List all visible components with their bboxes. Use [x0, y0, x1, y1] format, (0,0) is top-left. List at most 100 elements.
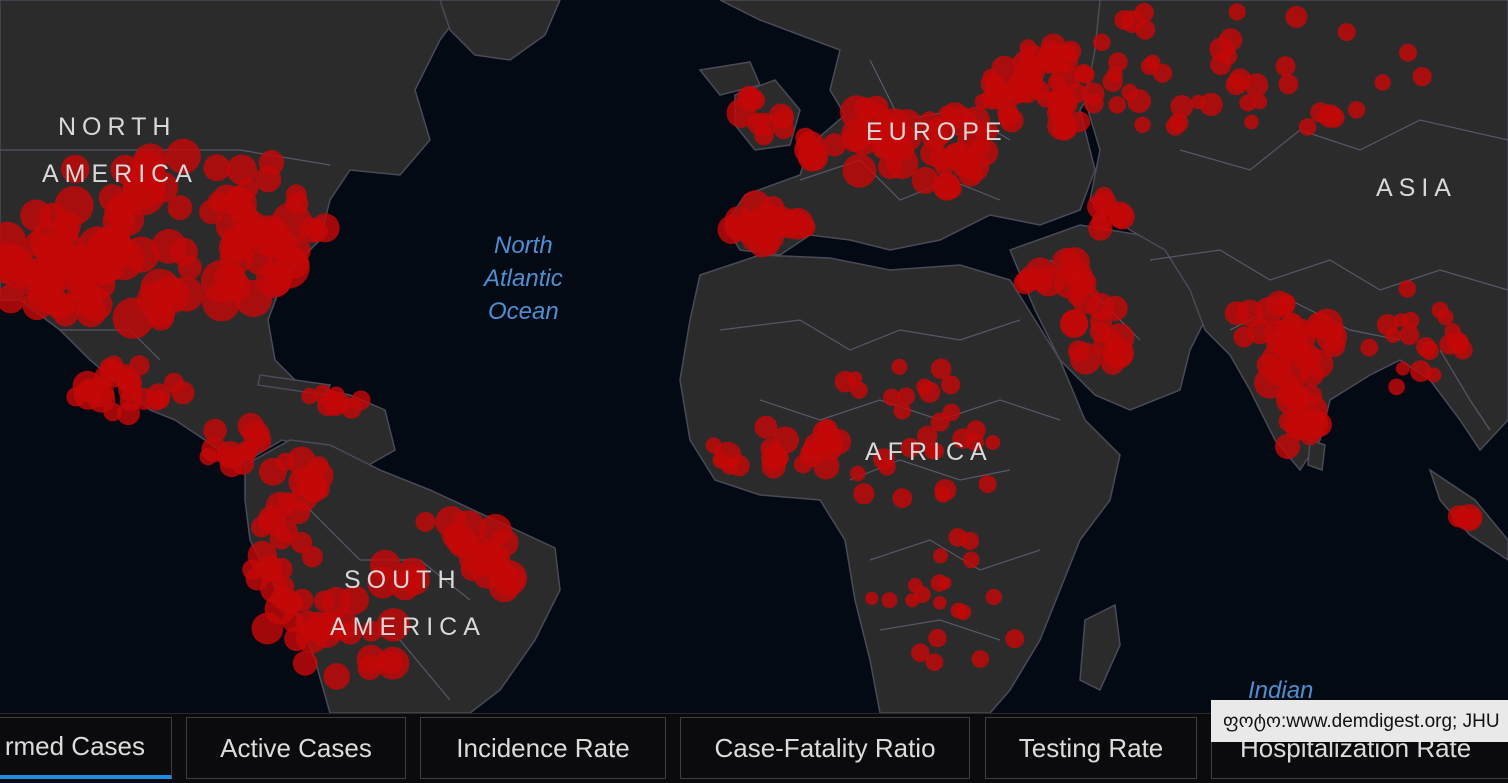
case-marker[interactable] — [842, 153, 877, 188]
case-marker[interactable] — [292, 650, 318, 676]
case-marker[interactable] — [933, 174, 960, 201]
case-marker[interactable] — [854, 97, 877, 120]
case-marker[interactable] — [1228, 3, 1246, 21]
tab-active-cases[interactable]: Active Cases — [186, 717, 406, 779]
tab-incidence-rate[interactable]: Incidence Rate — [420, 717, 666, 779]
case-marker[interactable] — [285, 192, 309, 215]
case-marker[interactable] — [170, 237, 198, 266]
case-marker[interactable] — [1036, 89, 1055, 108]
case-marker[interactable] — [1347, 101, 1366, 119]
case-marker[interactable] — [1450, 333, 1469, 351]
case-marker[interactable] — [853, 483, 875, 505]
case-marker[interactable] — [1388, 378, 1405, 396]
case-marker[interactable] — [816, 418, 838, 440]
case-marker[interactable] — [251, 516, 272, 538]
case-marker[interactable] — [774, 108, 794, 129]
case-marker[interactable] — [962, 551, 980, 569]
case-marker[interactable] — [1275, 56, 1296, 77]
case-marker[interactable] — [865, 591, 879, 606]
case-marker[interactable] — [741, 228, 765, 251]
case-marker[interactable] — [1121, 83, 1139, 101]
case-marker[interactable] — [1374, 74, 1391, 91]
case-marker[interactable] — [258, 150, 285, 176]
case-marker[interactable] — [256, 218, 287, 249]
case-marker[interactable] — [146, 391, 166, 411]
case-marker[interactable] — [351, 390, 371, 411]
case-marker[interactable] — [850, 465, 866, 482]
case-marker[interactable] — [357, 655, 383, 681]
case-marker[interactable] — [705, 437, 722, 454]
case-marker[interactable] — [310, 213, 340, 243]
case-marker[interactable] — [203, 418, 227, 443]
case-marker[interactable] — [1426, 367, 1442, 383]
case-marker[interactable] — [1106, 341, 1132, 368]
case-marker[interactable] — [261, 562, 281, 582]
case-marker[interactable] — [287, 446, 316, 476]
case-marker[interactable] — [251, 612, 284, 645]
case-marker[interactable] — [1395, 361, 1410, 376]
case-marker[interactable] — [1219, 28, 1243, 52]
case-marker[interactable] — [301, 477, 327, 503]
case-marker[interactable] — [911, 643, 930, 663]
case-marker[interactable] — [1420, 341, 1439, 361]
case-marker[interactable] — [442, 524, 467, 549]
case-marker[interactable] — [167, 195, 193, 221]
case-marker[interactable] — [1060, 309, 1089, 339]
case-marker[interactable] — [1056, 86, 1071, 101]
case-marker[interactable] — [1325, 323, 1344, 342]
case-marker[interactable] — [221, 271, 252, 302]
case-marker[interactable] — [892, 488, 913, 508]
case-marker[interactable] — [935, 158, 954, 177]
case-marker[interactable] — [897, 387, 916, 406]
case-marker[interactable] — [1190, 94, 1206, 110]
case-marker[interactable] — [1393, 313, 1408, 328]
case-marker[interactable] — [736, 85, 762, 112]
case-marker[interactable] — [935, 486, 951, 503]
case-marker[interactable] — [1244, 73, 1269, 97]
case-marker[interactable] — [1255, 296, 1284, 326]
case-marker[interactable] — [1210, 53, 1232, 76]
case-marker[interactable] — [914, 586, 931, 603]
case-marker[interactable] — [1461, 508, 1482, 529]
case-marker[interactable] — [1398, 280, 1417, 298]
case-marker[interactable] — [951, 153, 976, 178]
case-marker[interactable] — [1013, 69, 1037, 94]
case-marker[interactable] — [492, 559, 514, 582]
case-marker[interactable] — [933, 548, 948, 564]
case-marker[interactable] — [850, 381, 868, 399]
case-marker[interactable] — [171, 381, 195, 405]
case-marker[interactable] — [881, 592, 898, 609]
case-marker[interactable] — [226, 154, 257, 185]
case-marker[interactable] — [242, 559, 263, 580]
map-view[interactable]: NORTH AMERICA EUROPE ASIA AFRICA SOUTH A… — [0, 0, 1508, 713]
case-marker[interactable] — [1019, 272, 1040, 292]
case-marker[interactable] — [1324, 107, 1345, 128]
case-marker[interactable] — [1239, 94, 1257, 112]
case-marker[interactable] — [938, 576, 952, 590]
case-marker[interactable] — [20, 199, 52, 232]
case-marker[interactable] — [971, 650, 990, 668]
case-marker[interactable] — [22, 291, 52, 321]
case-marker[interactable] — [1399, 43, 1417, 62]
case-marker[interactable] — [817, 435, 843, 461]
case-marker[interactable] — [985, 588, 1002, 606]
case-marker[interactable] — [323, 663, 351, 690]
case-marker[interactable] — [891, 358, 908, 375]
case-marker[interactable] — [118, 378, 142, 402]
case-marker[interactable] — [1114, 10, 1135, 30]
case-marker[interactable] — [208, 191, 229, 212]
case-marker[interactable] — [1102, 71, 1123, 92]
case-marker[interactable] — [797, 143, 827, 172]
case-marker[interactable] — [1412, 67, 1432, 87]
case-marker[interactable] — [60, 235, 85, 260]
case-marker[interactable] — [140, 268, 181, 309]
case-marker[interactable] — [1071, 270, 1097, 296]
case-marker[interactable] — [1093, 33, 1111, 52]
case-marker[interactable] — [1081, 82, 1105, 106]
case-marker[interactable] — [1019, 39, 1037, 57]
case-marker[interactable] — [933, 596, 947, 610]
case-marker[interactable] — [415, 511, 436, 532]
case-marker[interactable] — [1275, 383, 1309, 416]
case-marker[interactable] — [740, 190, 771, 222]
case-marker[interactable] — [25, 256, 57, 289]
